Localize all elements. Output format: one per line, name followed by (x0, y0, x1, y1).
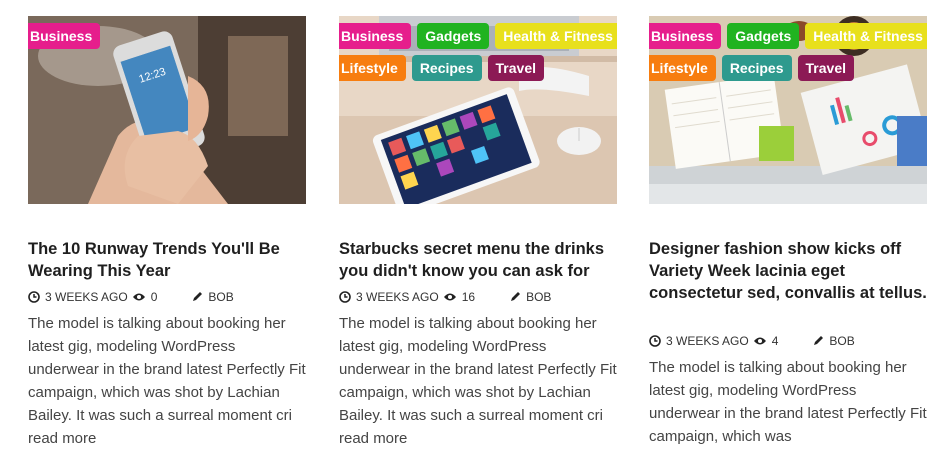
post-time: 3 WEEKS AGO (356, 290, 439, 304)
author-name[interactable]: BOB (208, 290, 233, 304)
tag-health-fitness[interactable]: Health & Fitness (495, 23, 617, 49)
post-meta: 3 WEEKS AGO 4 BOB (649, 334, 855, 348)
view-count: 4 (771, 334, 779, 348)
tag-lifestyle[interactable]: Lifestyle (339, 55, 406, 81)
post-time: 3 WEEKS AGO (45, 290, 128, 304)
post-thumbnail[interactable]: 12:23 Business (28, 16, 306, 204)
post-card: Business Gadgets Health & Fitness Lifest… (649, 16, 927, 445)
post-card: 12:23 Business The 10 Runway Trends You'… (28, 16, 306, 447)
post-meta: 3 WEEKS AGO 16 BOB (339, 290, 551, 304)
pencil-icon (814, 336, 824, 345)
post-excerpt: The model is talking about booking her l… (28, 315, 306, 447)
post-time: 3 WEEKS AGO (666, 334, 749, 348)
tag-travel[interactable]: Travel (797, 55, 854, 81)
category-tags: Business (28, 23, 306, 49)
pencil-icon (511, 292, 521, 301)
view-count: 16 (461, 290, 476, 304)
category-tags: Business Gadgets Health & Fitness Lifest… (339, 23, 617, 81)
eye-icon (132, 293, 145, 301)
post-thumbnail[interactable]: Business Gadgets Health & Fitness Lifest… (649, 16, 927, 204)
category-tags: Business Gadgets Health & Fitness Lifest… (649, 23, 927, 81)
author-name[interactable]: BOB (829, 334, 854, 348)
tag-business[interactable]: Business (28, 23, 101, 49)
clock-icon (28, 291, 40, 303)
tag-business[interactable]: Business (339, 23, 412, 49)
tag-gadgets[interactable]: Gadgets (417, 23, 490, 49)
post-title[interactable]: Designer fashion show kicks off Variety … (649, 238, 939, 304)
tag-lifestyle[interactable]: Lifestyle (649, 55, 716, 81)
post-excerpt: The model is talking about booking her l… (649, 359, 927, 445)
eye-icon (443, 293, 456, 301)
tag-business[interactable]: Business (649, 23, 722, 49)
post-excerpt: The model is talking about booking her l… (339, 315, 617, 447)
pencil-icon (193, 292, 203, 301)
clock-icon (339, 291, 351, 303)
post-meta: 3 WEEKS AGO 0 BOB (28, 290, 234, 304)
tag-recipes[interactable]: Recipes (411, 55, 482, 81)
eye-icon (753, 337, 766, 345)
post-title[interactable]: The 10 Runway Trends You'll Be Wearing T… (28, 238, 318, 282)
post-title[interactable]: Starbucks secret menu the drinks you did… (339, 238, 629, 282)
tag-gadgets[interactable]: Gadgets (727, 23, 800, 49)
view-count: 0 (150, 290, 158, 304)
tag-health-fitness[interactable]: Health & Fitness (805, 23, 927, 49)
tag-travel[interactable]: Travel (487, 55, 544, 81)
tag-recipes[interactable]: Recipes (721, 55, 792, 81)
author-name[interactable]: BOB (526, 290, 551, 304)
post-card: Business Gadgets Health & Fitness Lifest… (339, 16, 617, 447)
post-thumbnail[interactable]: Business Gadgets Health & Fitness Lifest… (339, 16, 617, 204)
clock-icon (649, 335, 661, 347)
